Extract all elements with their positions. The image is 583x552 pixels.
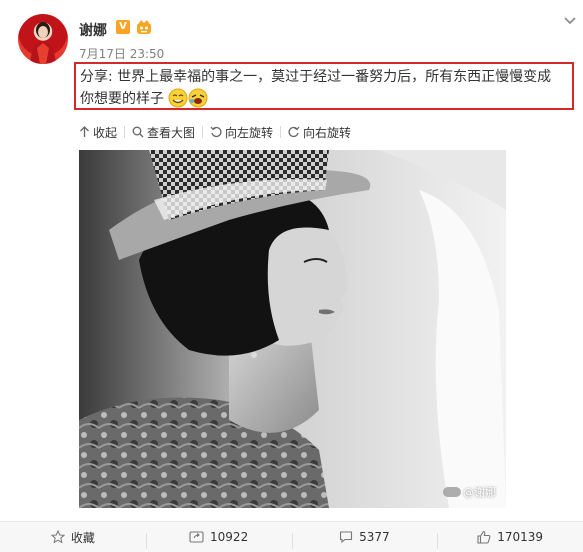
- thumbs-up-icon: [477, 530, 491, 544]
- view-large-label: 查看大图: [147, 125, 196, 140]
- laugh-emoji-icon: [188, 88, 208, 108]
- action-bar: 收藏 10922 5377 170139: [0, 521, 583, 552]
- view-large-button[interactable]: 查看大图: [132, 124, 195, 141]
- collapse-label: 收起: [93, 125, 118, 140]
- toolbar-divider: [202, 126, 204, 138]
- chevron-down-icon[interactable]: [563, 14, 577, 28]
- repost-count: 10922: [210, 530, 249, 544]
- rotate-right-button[interactable]: 向右旋转: [288, 124, 351, 141]
- rotate-left-icon: [210, 126, 222, 138]
- comment-count: 5377: [359, 530, 390, 544]
- repost-icon: [189, 531, 204, 543]
- username[interactable]: 谢娜: [79, 20, 107, 40]
- magnifier-icon: [132, 126, 144, 138]
- star-icon: [50, 530, 65, 544]
- rotate-right-label: 向右旋转: [303, 125, 352, 140]
- portrait-photo-image: [79, 150, 506, 508]
- favorite-button[interactable]: 收藏: [0, 529, 146, 546]
- arrow-up-icon: [80, 126, 89, 137]
- post-text-content: 分享: 世界上最幸福的事之一，莫过于经过一番努力后，所有东西正慢慢变成你想要的样…: [80, 69, 552, 107]
- smile-emoji-icon: [168, 88, 188, 108]
- rotate-right-icon: [288, 126, 300, 138]
- post-photo[interactable]: @谢娜: [79, 150, 506, 508]
- toolbar-divider: [280, 126, 282, 138]
- favorite-label: 收藏: [70, 530, 95, 545]
- image-toolbar: 收起 查看大图 向左旋转 向右旋转: [79, 123, 351, 141]
- repost-button[interactable]: 10922: [145, 530, 292, 549]
- avatar[interactable]: [18, 14, 68, 64]
- rotate-left-button[interactable]: 向左旋转: [210, 124, 273, 141]
- toolbar-divider: [124, 126, 126, 138]
- post-timestamp[interactable]: 7月17日 23:50: [79, 45, 164, 62]
- photo-watermark: @谢娜: [443, 484, 496, 500]
- weibo-post-card: 谢娜 V 7月17日 23:50 分享: 世界上最幸福的事之一，莫过于经过一番努…: [0, 0, 583, 552]
- like-button[interactable]: 170139: [437, 530, 583, 549]
- avatar-image-icon: [30, 22, 56, 64]
- member-crown-icon[interactable]: [136, 19, 152, 35]
- collapse-button[interactable]: 收起: [79, 124, 117, 141]
- watermark-text: @谢娜: [463, 486, 496, 499]
- post-text: 分享: 世界上最幸福的事之一，莫过于经过一番努力后，所有东西正慢慢变成你想要的样…: [80, 66, 560, 110]
- watermark-logo-icon: [443, 487, 461, 497]
- verified-badge-icon: V: [116, 20, 130, 34]
- like-count: 170139: [497, 530, 544, 544]
- rotate-left-label: 向左旋转: [225, 125, 274, 140]
- comment-button[interactable]: 5377: [291, 530, 438, 549]
- comment-icon: [340, 531, 353, 544]
